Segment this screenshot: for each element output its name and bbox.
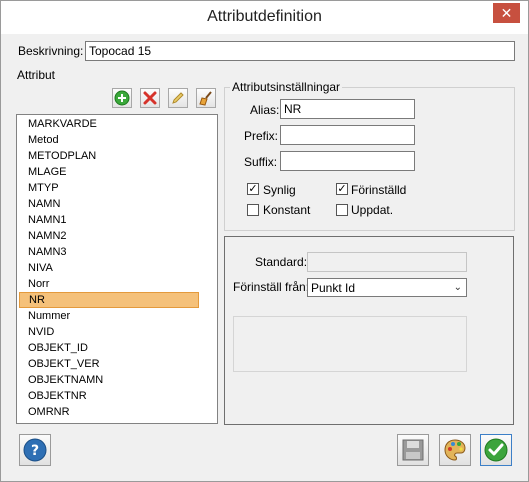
list-item[interactable]: NVID — [19, 324, 199, 340]
suffix-input[interactable] — [280, 151, 415, 171]
list-item[interactable]: MTYP — [19, 180, 199, 196]
list-item[interactable]: Nummer — [19, 308, 199, 324]
dialog-window: Attributdefinition ✕ Beskrivning: Topoca… — [0, 0, 529, 482]
prefix-label: Prefix: — [244, 129, 279, 143]
preset-select[interactable]: Punkt Id ⌄ — [307, 278, 467, 297]
alias-label: Alias: — [250, 103, 280, 117]
help-icon: ? — [23, 438, 47, 462]
window-title: Attributdefinition — [207, 8, 322, 25]
list-item[interactable]: OBJEKT_VER — [19, 356, 199, 372]
checkmark-icon — [484, 438, 508, 462]
description-input[interactable]: Topocad 15 — [85, 41, 515, 61]
list-item[interactable]: MLAGE — [19, 164, 199, 180]
list-item[interactable]: OBJEKTNR — [19, 388, 199, 404]
list-item[interactable]: OMRNR — [19, 404, 199, 420]
style-button[interactable] — [439, 434, 471, 466]
standard-input[interactable] — [307, 252, 467, 272]
pencil-icon — [172, 92, 184, 104]
plus-circle-icon — [114, 90, 130, 106]
svg-text:?: ? — [31, 443, 39, 459]
attribute-label: Attribut — [17, 68, 56, 82]
default-label[interactable]: Förinställd — [351, 183, 406, 197]
standard-label: Standard: — [255, 255, 308, 269]
defaults-panel: Standard: Förinställ från: Punkt Id ⌄ — [224, 236, 514, 425]
visible-label[interactable]: Synlig — [263, 183, 296, 197]
help-button[interactable]: ? — [19, 434, 51, 466]
description-label: Beskrivning: — [18, 44, 84, 58]
settings-group-label: Attributsinställningar — [230, 80, 343, 94]
preview-box — [233, 316, 467, 372]
palette-icon — [444, 439, 466, 461]
update-label[interactable]: Uppdat. — [351, 203, 393, 217]
prefix-input[interactable] — [280, 125, 415, 145]
close-button[interactable]: ✕ — [493, 3, 520, 23]
update-checkbox[interactable] — [336, 204, 348, 216]
add-attribute-button[interactable] — [112, 88, 132, 108]
suffix-label: Suffix: — [244, 155, 278, 169]
list-item[interactable]: NAMN — [19, 196, 199, 212]
list-scrollbar[interactable]: ▲ ▼ — [217, 116, 218, 422]
delete-attribute-button[interactable] — [140, 88, 160, 108]
ok-button[interactable] — [480, 434, 512, 466]
constant-checkbox[interactable] — [247, 204, 259, 216]
default-checkbox[interactable]: ✓ — [336, 183, 348, 195]
broom-icon — [199, 91, 212, 106]
list-item[interactable]: NIVA — [19, 260, 199, 276]
list-item-selected[interactable]: NR — [19, 292, 199, 308]
save-disk-icon — [402, 439, 424, 461]
clear-button[interactable] — [196, 88, 216, 108]
attribute-list[interactable]: MARKVARDE Metod METODPLAN MLAGE MTYP NAM… — [16, 114, 218, 424]
constant-label[interactable]: Konstant — [263, 203, 310, 217]
visible-checkbox[interactable]: ✓ — [247, 183, 259, 195]
save-button[interactable] — [397, 434, 429, 466]
red-x-icon — [143, 91, 157, 105]
list-item[interactable]: MARKVARDE — [19, 116, 199, 132]
alias-input[interactable]: NR — [280, 99, 415, 119]
list-item[interactable]: Metod — [19, 132, 199, 148]
list-item[interactable]: Norr — [19, 276, 199, 292]
list-item[interactable]: METODPLAN — [19, 148, 199, 164]
list-item[interactable]: OBJEKT_ID — [19, 340, 199, 356]
title-bar: Attributdefinition ✕ — [1, 1, 528, 34]
preset-value: Punkt Id — [311, 281, 356, 295]
preset-label: Förinställ från: — [233, 280, 310, 294]
list-item[interactable]: OBJEKTNAMN — [19, 372, 199, 388]
edit-attribute-button[interactable] — [168, 88, 188, 108]
list-item[interactable]: NAMN3 — [19, 244, 199, 260]
chevron-down-icon: ⌄ — [453, 282, 462, 293]
list-item[interactable]: NAMN2 — [19, 228, 199, 244]
list-item[interactable]: NAMN1 — [19, 212, 199, 228]
